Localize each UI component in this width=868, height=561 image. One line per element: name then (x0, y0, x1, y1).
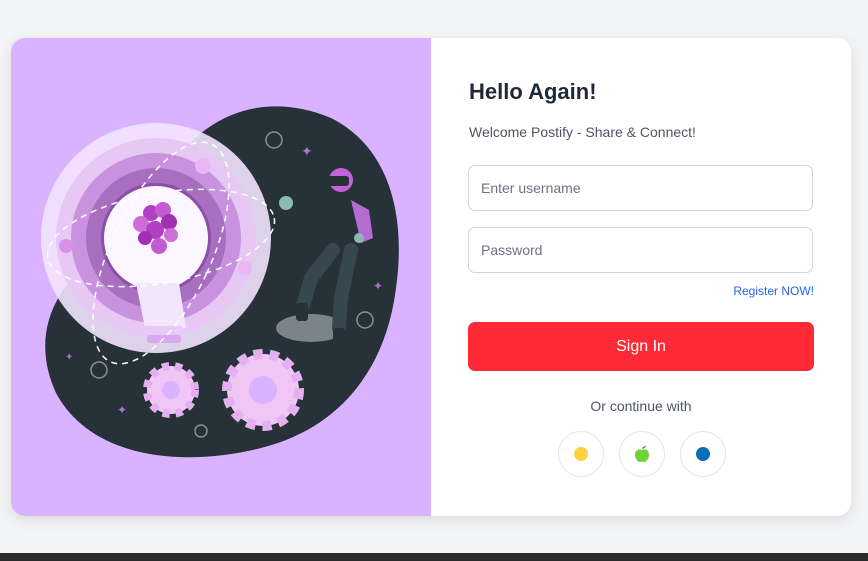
page-title: Hello Again! (469, 79, 597, 104)
svg-text:✦: ✦ (301, 144, 313, 160)
large-gear-decoration (222, 349, 304, 431)
small-gear-decoration (143, 362, 199, 418)
blue-circle-icon (696, 447, 710, 461)
password-input[interactable] (468, 227, 813, 273)
register-link[interactable]: Register NOW! (733, 284, 814, 298)
continue-with-label: Or continue with (590, 398, 692, 414)
login-card: ✦ ✦ ✦ ✦ Hello Again! Welcome Postify - S… (11, 38, 851, 516)
social-login-button-apple[interactable] (619, 431, 665, 477)
lightbulb-astronaut-illustration: ✦ ✦ ✦ ✦ (41, 106, 399, 458)
green-apple-icon (635, 446, 649, 462)
illustration-panel: ✦ ✦ ✦ ✦ (11, 38, 431, 516)
svg-text:✦: ✦ (373, 279, 383, 293)
social-login-button-blue[interactable] (680, 431, 726, 477)
social-login-button-yellow[interactable] (558, 431, 604, 477)
username-input[interactable] (468, 165, 813, 211)
window-bottom-edge (0, 553, 868, 561)
svg-text:✦: ✦ (117, 403, 127, 417)
sign-in-button[interactable]: Sign In (468, 322, 814, 371)
login-form-panel: Hello Again! Welcome Postify - Share & C… (431, 38, 851, 516)
social-login-group (558, 431, 726, 477)
welcome-subtitle: Welcome Postify - Share & Connect! (469, 124, 696, 140)
svg-text:✦: ✦ (65, 352, 73, 363)
yellow-circle-icon (574, 447, 588, 461)
